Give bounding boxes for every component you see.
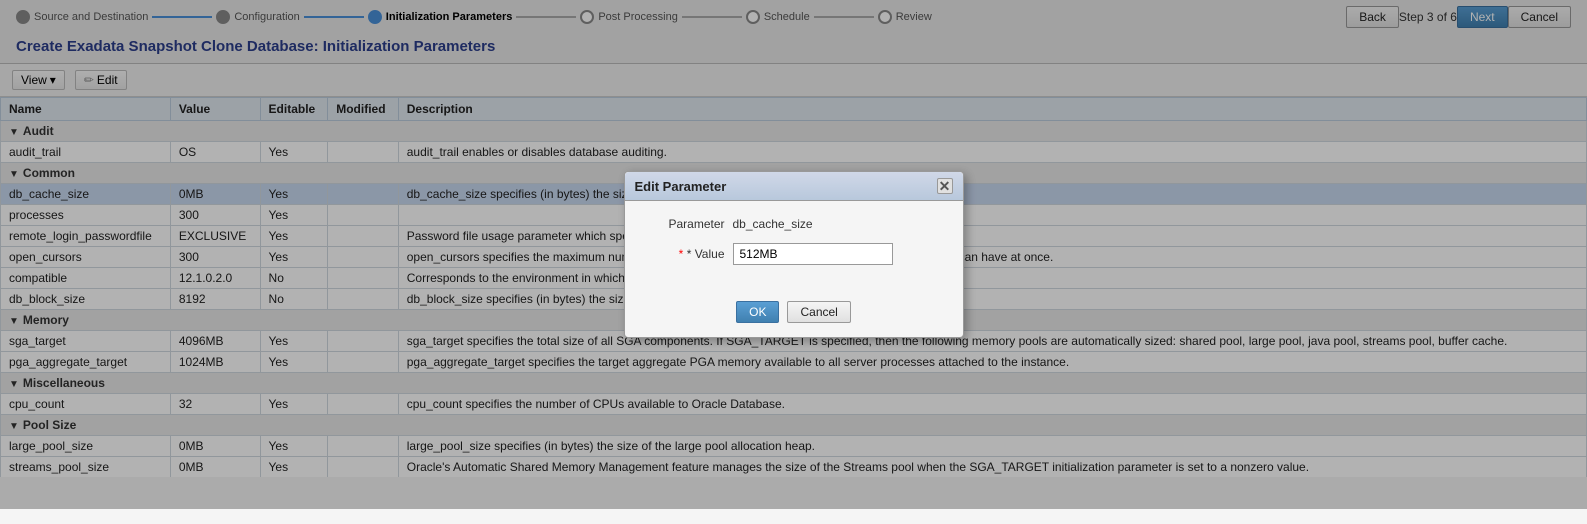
modal-titlebar: Edit Parameter ✕ (625, 172, 963, 201)
modal-cancel-button[interactable]: Cancel (787, 301, 850, 323)
modal-footer: OK Cancel (625, 293, 963, 337)
required-star: * (679, 247, 687, 261)
edit-parameter-modal: Edit Parameter ✕ Parameter db_cache_size… (624, 171, 964, 338)
modal-parameter-label: Parameter (645, 217, 725, 231)
modal-overlay: Edit Parameter ✕ Parameter db_cache_size… (0, 0, 1587, 509)
modal-parameter-value: db_cache_size (733, 217, 813, 231)
modal-ok-button[interactable]: OK (736, 301, 779, 323)
modal-close-button[interactable]: ✕ (937, 178, 953, 194)
modal-value-label: * * Value (645, 247, 725, 261)
modal-body: Parameter db_cache_size * * Value (625, 201, 963, 293)
modal-value-field: * * Value (645, 243, 943, 265)
modal-value-input[interactable] (733, 243, 893, 265)
modal-parameter-field: Parameter db_cache_size (645, 217, 943, 231)
modal-title: Edit Parameter (635, 179, 727, 194)
